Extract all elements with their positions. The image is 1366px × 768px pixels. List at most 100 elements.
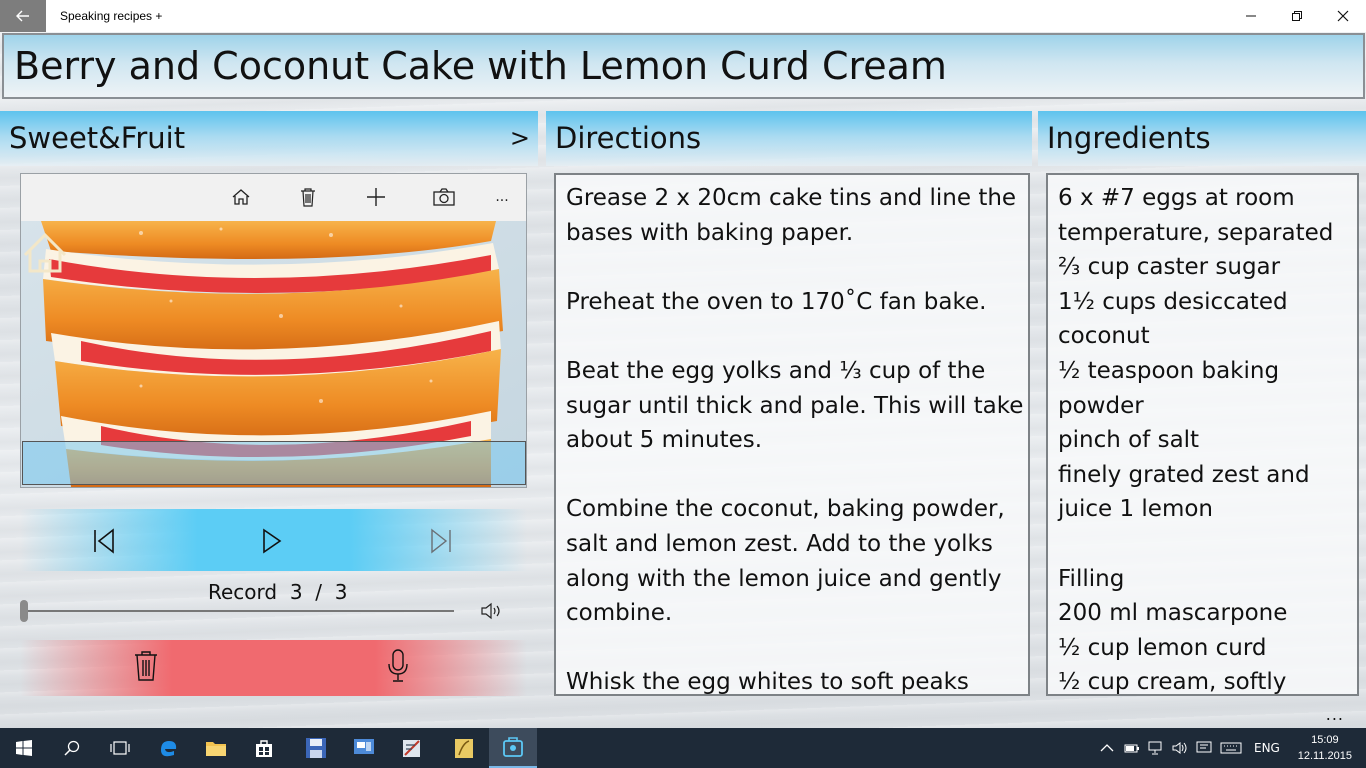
more-options-button[interactable]: ... bbox=[487, 184, 517, 210]
photo-toolbar: ... bbox=[21, 174, 526, 221]
ingredients-line bbox=[1058, 527, 1333, 562]
recipe-title-box[interactable]: Berry and Coconut Cake with Lemon Curd C… bbox=[2, 33, 1365, 99]
next-category-button[interactable]: > bbox=[510, 124, 530, 152]
record-separator: / bbox=[315, 580, 323, 604]
arrow-left-icon bbox=[16, 10, 29, 22]
directions-line: Whisk the egg whites to soft peaks bbox=[566, 669, 969, 696]
task-view-icon bbox=[110, 741, 130, 755]
add-photo-button[interactable] bbox=[361, 184, 391, 210]
directions-text: Grease 2 x 20cm cake tins and line the ba… bbox=[566, 181, 1023, 696]
ingredients-line: 6 x #7 eggs at room bbox=[1058, 185, 1295, 211]
speaking-recipes-taskbar-button[interactable] bbox=[489, 728, 537, 768]
ingredients-heading: Ingredients bbox=[1047, 121, 1211, 155]
skip-previous-icon bbox=[94, 528, 114, 554]
app-taskbar-button-3[interactable] bbox=[440, 728, 488, 768]
record-label: Record bbox=[208, 580, 278, 604]
record-voice-button[interactable] bbox=[380, 649, 416, 682]
trash-icon bbox=[301, 188, 315, 207]
record-total: 3 bbox=[334, 580, 348, 604]
notes-icon bbox=[455, 739, 473, 758]
record-counter: Record 3 / 3 bbox=[208, 580, 347, 604]
plus-icon bbox=[367, 188, 385, 206]
microphone-icon bbox=[388, 649, 408, 682]
category-label: Sweet&Fruit bbox=[9, 121, 186, 155]
ingredients-line: juice 1 lemon bbox=[1058, 496, 1214, 523]
file-explorer-button[interactable] bbox=[192, 728, 240, 768]
directions-heading: Directions bbox=[555, 121, 702, 155]
delete-record-button[interactable] bbox=[128, 650, 164, 682]
directions-panel[interactable]: Grease 2 x 20cm cake tins and line the ba… bbox=[554, 173, 1030, 696]
back-button[interactable] bbox=[0, 0, 46, 32]
volume-icon[interactable] bbox=[1172, 741, 1188, 755]
category-header: Sweet&Fruit > bbox=[0, 111, 538, 166]
action-center-icon[interactable] bbox=[1196, 741, 1212, 755]
playback-slider-thumb[interactable] bbox=[20, 600, 28, 622]
search-button[interactable] bbox=[48, 728, 96, 768]
ingredients-text: 6 x #7 eggs at room temperature, separate… bbox=[1058, 181, 1334, 696]
app-taskbar-button-2[interactable] bbox=[388, 728, 436, 768]
volume-button[interactable] bbox=[480, 600, 504, 622]
directions-line bbox=[566, 458, 1023, 493]
chevron-up-icon[interactable] bbox=[1100, 743, 1114, 753]
search-icon bbox=[64, 740, 80, 756]
directions-line: Combine the coconut, baking powder, bbox=[566, 496, 1005, 523]
play-button[interactable] bbox=[254, 525, 290, 557]
ingredients-line: Filling bbox=[1058, 565, 1125, 592]
recipe-photo bbox=[21, 221, 526, 487]
edge-browser-button[interactable] bbox=[144, 728, 192, 768]
clock-date: 12.11.2015 bbox=[1297, 750, 1352, 762]
close-icon bbox=[1337, 10, 1349, 22]
save-app-button[interactable] bbox=[292, 728, 340, 768]
directions-line bbox=[566, 250, 1023, 285]
language-indicator[interactable]: ENG bbox=[1254, 741, 1280, 755]
trash-icon bbox=[135, 651, 157, 681]
restore-icon bbox=[1292, 11, 1302, 21]
start-button[interactable] bbox=[0, 728, 48, 768]
window-controls bbox=[1228, 0, 1366, 32]
keyboard-icon[interactable] bbox=[1220, 742, 1242, 754]
directions-line bbox=[566, 319, 1023, 354]
store-button[interactable] bbox=[240, 728, 288, 768]
app-title: Speaking recipes + bbox=[60, 9, 163, 23]
edge-icon bbox=[161, 741, 177, 757]
floppy-disk-icon bbox=[306, 738, 326, 758]
folder-icon bbox=[206, 742, 226, 756]
ingredients-line: pinch of salt bbox=[1058, 427, 1200, 454]
battery-icon[interactable] bbox=[1124, 742, 1140, 754]
restore-button[interactable] bbox=[1274, 0, 1320, 32]
photo-caption-box bbox=[22, 441, 526, 485]
directions-line: combine. bbox=[566, 600, 673, 627]
system-tray: ENG bbox=[1100, 728, 1280, 768]
play-icon bbox=[263, 528, 282, 554]
delete-photo-button[interactable] bbox=[293, 184, 323, 210]
ingredients-panel[interactable]: 6 x #7 eggs at room temperature, separate… bbox=[1046, 173, 1359, 696]
ingredients-line: ½ cup cream, softly bbox=[1058, 669, 1287, 696]
app-taskbar-button-1[interactable] bbox=[340, 728, 388, 768]
windows-logo-icon bbox=[16, 740, 32, 756]
speaker-icon bbox=[481, 602, 500, 620]
title-bar: Speaking recipes + bbox=[0, 0, 1366, 32]
playback-controls bbox=[20, 509, 527, 571]
minimize-icon bbox=[1246, 15, 1256, 17]
next-record-button[interactable] bbox=[423, 525, 459, 557]
app-bar-more-button[interactable]: ... bbox=[1326, 705, 1344, 724]
ingredients-line: temperature, separated bbox=[1058, 219, 1334, 246]
network-icon[interactable] bbox=[1148, 741, 1164, 755]
home-button[interactable] bbox=[226, 184, 256, 210]
clock-time: 15:09 bbox=[1311, 734, 1339, 746]
playback-slider[interactable] bbox=[22, 610, 454, 612]
task-view-button[interactable] bbox=[96, 728, 144, 768]
ingredients-line: coconut bbox=[1058, 323, 1150, 350]
close-button[interactable] bbox=[1320, 0, 1366, 32]
camera-button[interactable] bbox=[429, 184, 459, 210]
ingredients-line: finely grated zest and bbox=[1058, 461, 1310, 488]
recipe-title: Berry and Coconut Cake with Lemon Curd C… bbox=[14, 44, 947, 88]
clock[interactable]: 15:09 12.11.2015 bbox=[1298, 732, 1352, 764]
skip-next-icon bbox=[431, 528, 451, 554]
minimize-button[interactable] bbox=[1228, 0, 1274, 32]
directions-line bbox=[566, 631, 1023, 666]
ingredients-line: 200 ml mascarpone bbox=[1058, 600, 1288, 627]
previous-record-button[interactable] bbox=[86, 525, 122, 557]
speaking-recipes-icon bbox=[503, 737, 523, 757]
directions-line: Grease 2 x 20cm cake tins and line the bbox=[566, 185, 1017, 211]
